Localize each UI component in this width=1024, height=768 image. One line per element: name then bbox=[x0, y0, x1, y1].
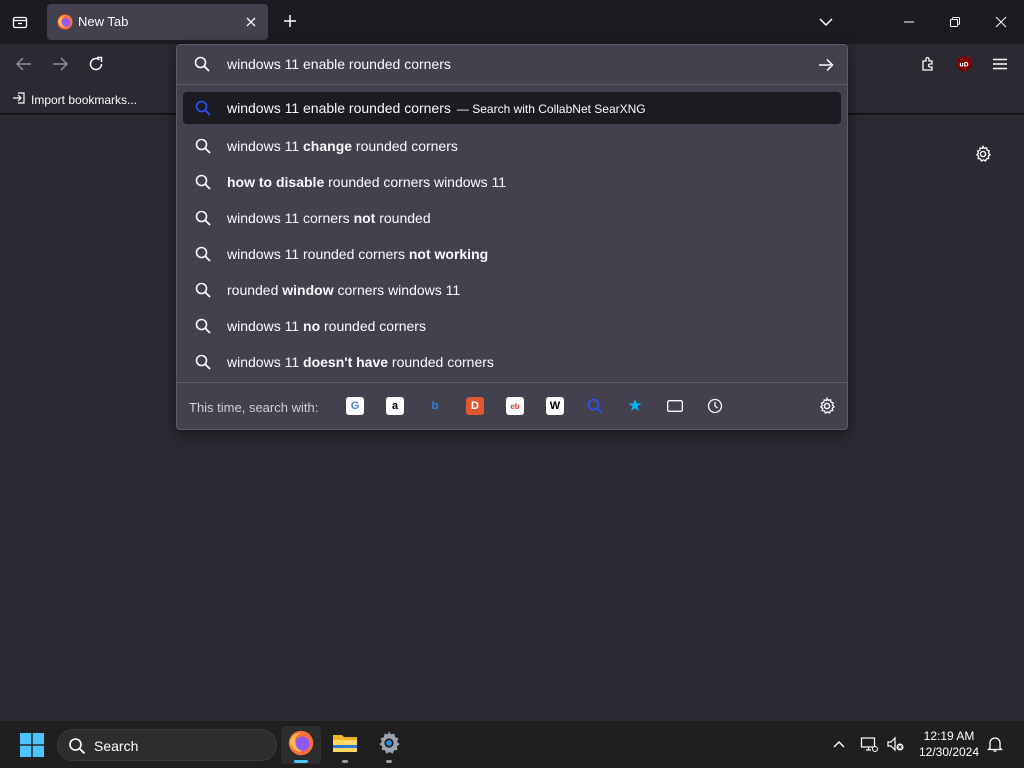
firefox-icon bbox=[288, 730, 314, 761]
svg-text:uD: uD bbox=[959, 62, 968, 69]
hamburger-menu-icon[interactable] bbox=[988, 52, 1012, 76]
suggestion-text: how to disable rounded corners windows 1… bbox=[227, 174, 507, 190]
back-arrow-icon[interactable] bbox=[12, 52, 36, 76]
duckduckgo-icon[interactable]: D bbox=[466, 397, 484, 415]
search-icon bbox=[194, 137, 212, 155]
search-icon bbox=[194, 317, 212, 335]
suggestion-row[interactable]: rounded window corners windows 11 bbox=[183, 272, 841, 308]
clock-time: 12:19 AM bbox=[923, 729, 975, 743]
running-app-indicator bbox=[386, 760, 392, 763]
go-arrow-icon[interactable] bbox=[815, 54, 837, 76]
suggestion-row[interactable]: windows 11 no rounded corners bbox=[183, 308, 841, 344]
tabs-icon[interactable] bbox=[666, 397, 684, 415]
settings-gear-icon bbox=[376, 730, 402, 761]
suggestion-row[interactable]: how to disable rounded corners windows 1… bbox=[183, 164, 841, 200]
taskbar-search-label: Search bbox=[94, 738, 139, 754]
urlbar-dropdown: windows 11 enable rounded corners— Searc… bbox=[176, 44, 848, 430]
search-icon bbox=[68, 737, 86, 760]
suggestion-text: windows 11 no rounded corners bbox=[227, 318, 426, 334]
ebay-icon[interactable]: eb bbox=[506, 397, 524, 415]
close-tab-icon[interactable] bbox=[242, 13, 260, 31]
volume-muted-icon[interactable] bbox=[886, 735, 906, 753]
notification-bell-icon[interactable] bbox=[986, 735, 1005, 753]
suggestion-action-label: — Search with CollabNet SearXNG bbox=[456, 102, 646, 116]
reload-icon[interactable] bbox=[84, 52, 108, 76]
search-icon bbox=[194, 209, 212, 227]
suggestion-row[interactable]: windows 11 corners not rounded bbox=[183, 200, 841, 236]
suggestion-text: windows 11 rounded corners not working bbox=[227, 246, 489, 262]
search-icon bbox=[194, 173, 212, 191]
taskbar-settings[interactable] bbox=[369, 726, 409, 764]
extensions-icon[interactable] bbox=[916, 52, 940, 76]
searxng-search-icon bbox=[194, 99, 212, 117]
suggestion-row[interactable]: windows 11 doesn't have rounded corners bbox=[183, 344, 841, 380]
suggestion-text: rounded window corners windows 11 bbox=[227, 282, 461, 298]
taskbar-firefox[interactable] bbox=[281, 726, 321, 764]
searxng-icon[interactable] bbox=[586, 397, 604, 415]
chevron-down-icon[interactable] bbox=[815, 11, 837, 33]
search-icon bbox=[194, 353, 212, 371]
urlbar-input[interactable] bbox=[227, 56, 787, 72]
network-icon[interactable] bbox=[860, 735, 878, 753]
suggestion-list: windows 11 enable rounded corners — Searc… bbox=[183, 92, 841, 380]
search-icon bbox=[194, 245, 212, 263]
taskbar-search-box[interactable]: Search bbox=[57, 729, 277, 761]
windows-start-icon[interactable] bbox=[20, 733, 44, 757]
close-window-icon[interactable] bbox=[989, 11, 1013, 33]
tab-groups-icon[interactable] bbox=[8, 10, 32, 34]
running-app-indicator bbox=[342, 760, 348, 763]
search-icon bbox=[194, 56, 210, 77]
page-settings-gear-icon[interactable] bbox=[972, 143, 994, 165]
import-bookmarks-label: Import bookmarks... bbox=[31, 92, 138, 107]
search-icon bbox=[194, 281, 212, 299]
folder-icon bbox=[332, 732, 358, 759]
forward-arrow-icon[interactable] bbox=[48, 52, 72, 76]
suggestion-text: windows 11 doesn't have rounded corners bbox=[227, 354, 494, 370]
wikipedia-icon[interactable]: W bbox=[546, 397, 564, 415]
tab-title: New Tab bbox=[78, 14, 129, 29]
google-icon[interactable]: G bbox=[346, 397, 364, 415]
one-off-search-bar: This time, search with: Ga b Deb W ★ bbox=[177, 382, 847, 430]
amazon-icon[interactable]: a bbox=[386, 397, 404, 415]
firefox-icon bbox=[57, 14, 73, 30]
suggestion-row[interactable]: windows 11 change rounded corners bbox=[183, 128, 841, 164]
import-icon bbox=[12, 91, 26, 108]
tab-new-tab[interactable]: New Tab bbox=[47, 4, 268, 40]
ublock-origin-icon[interactable]: uD bbox=[952, 52, 976, 76]
bing-icon[interactable]: b bbox=[426, 397, 444, 415]
windows-taskbar: Search 12:19 AM 12/30/2024 bbox=[0, 720, 1024, 768]
tab-strip: New Tab bbox=[0, 0, 1024, 44]
suggestion-text: windows 11 enable rounded corners — Searc… bbox=[227, 100, 646, 116]
active-app-indicator bbox=[294, 760, 308, 763]
search-settings-gear-icon[interactable] bbox=[818, 397, 836, 415]
one-off-label: This time, search with: bbox=[189, 400, 319, 415]
restore-icon[interactable] bbox=[943, 11, 967, 33]
taskbar-file-explorer[interactable] bbox=[325, 726, 365, 764]
system-clock[interactable]: 12:19 AM 12/30/2024 bbox=[912, 728, 986, 760]
minimize-icon[interactable] bbox=[897, 11, 921, 33]
suggestion-text: windows 11 change rounded corners bbox=[227, 138, 458, 154]
new-tab-icon[interactable] bbox=[279, 10, 301, 32]
clock-date: 12/30/2024 bbox=[918, 745, 980, 759]
show-hidden-icons-chevron-up-icon[interactable] bbox=[830, 735, 848, 753]
suggestion-row-selected[interactable]: windows 11 enable rounded corners — Searc… bbox=[183, 92, 841, 124]
history-icon[interactable] bbox=[706, 397, 724, 415]
import-bookmarks-button[interactable]: Import bookmarks... bbox=[12, 91, 137, 108]
suggestion-text: windows 11 corners not rounded bbox=[227, 210, 431, 226]
suggestion-row[interactable]: windows 11 rounded corners not working bbox=[183, 236, 841, 272]
bookmarks-star-icon[interactable]: ★ bbox=[626, 396, 644, 415]
urlbar-input-row bbox=[177, 45, 847, 85]
